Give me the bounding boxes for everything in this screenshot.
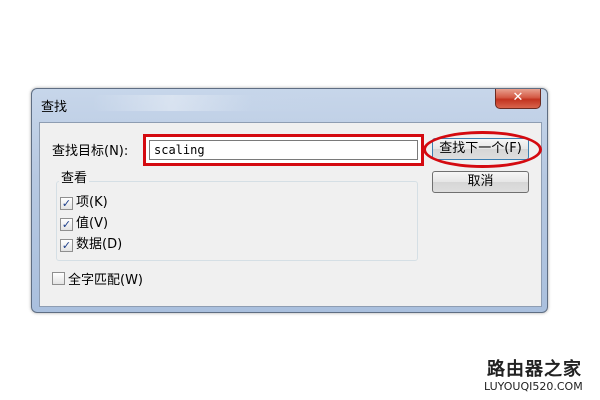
checkbox-item[interactable]: ✓ 项(K): [60, 195, 108, 211]
close-button[interactable]: ✕: [495, 89, 541, 109]
checkbox-match-whole[interactable]: 全字匹配(W): [52, 272, 143, 288]
dialog-body: 查找目标(N): 查找下一个(F) 取消 查看 ✓项(K) ✓值(V) ✓数据(…: [39, 122, 542, 307]
title-blur-decoration: [92, 95, 332, 111]
checkbox-checked-icon[interactable]: ✓: [60, 218, 73, 231]
title-bar[interactable]: 查找 ✕: [32, 89, 547, 117]
find-dialog: 查找 ✕ 查找目标(N): 查找下一个(F) 取消 查看 ✓项(K) ✓值(V)…: [31, 88, 548, 313]
search-highlight-box: [143, 134, 424, 166]
watermark-logo: 路由器之家: [487, 359, 582, 380]
checkbox-data-label: 数据(D): [76, 237, 123, 252]
checkbox-checked-icon[interactable]: ✓: [60, 197, 73, 210]
cancel-button[interactable]: 取消: [432, 171, 529, 193]
checkbox-value[interactable]: ✓ 值(V): [60, 216, 108, 232]
close-icon: ✕: [512, 90, 524, 105]
find-next-highlight-oval: [423, 131, 542, 168]
search-input-border: [149, 140, 418, 160]
checkbox-value-label: 值(V): [76, 216, 109, 231]
checkbox-unchecked-icon[interactable]: [52, 272, 65, 285]
checkbox-data[interactable]: ✓ 数据(D): [60, 237, 122, 253]
search-input[interactable]: [154, 142, 394, 158]
look-in-title: 查看: [59, 167, 90, 186]
checkbox-checked-icon[interactable]: ✓: [60, 239, 73, 252]
find-target-label: 查找目标(N):: [52, 144, 129, 159]
match-whole-label: 全字匹配(W): [68, 273, 143, 288]
dialog-title: 查找: [41, 100, 68, 115]
checkbox-item-label: 项(K): [76, 195, 108, 210]
watermark-url: LUYOUQI520.COM: [484, 380, 583, 393]
